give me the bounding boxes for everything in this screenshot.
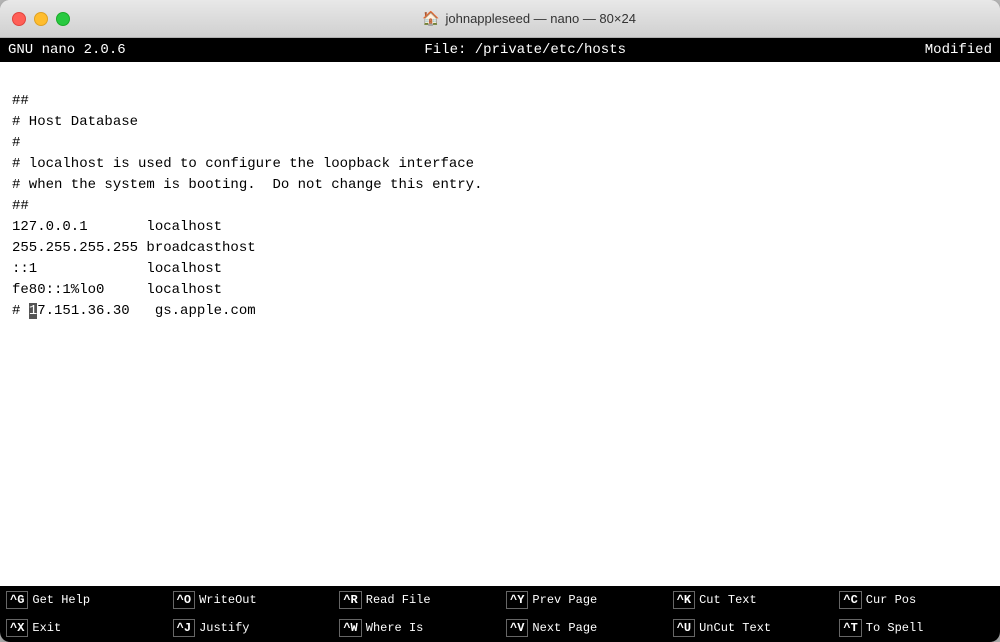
close-button[interactable] xyxy=(12,12,26,26)
key-where-is: ^W xyxy=(339,619,361,637)
label-read-file: Read File xyxy=(366,593,431,607)
key-uncut-text: ^U xyxy=(673,619,695,637)
key-justify: ^J xyxy=(173,619,195,637)
key-writeout: ^O xyxy=(173,591,195,609)
footer-item-uncut-text[interactable]: ^U UnCut Text xyxy=(667,617,834,639)
footer-item-read-file[interactable]: ^R Read File xyxy=(333,589,500,611)
footer-item-justify[interactable]: ^J Justify xyxy=(167,617,334,639)
cursor: 1 xyxy=(29,303,37,319)
key-read-file: ^R xyxy=(339,591,361,609)
title-text: johnappleseed — nano — 80×24 xyxy=(445,11,635,26)
nano-editor[interactable]: ## # Host Database # # localhost is used… xyxy=(0,62,1000,586)
footer-item-where-is[interactable]: ^W Where Is xyxy=(333,617,500,639)
home-icon: 🏠 xyxy=(422,10,439,27)
label-justify: Justify xyxy=(199,621,249,635)
key-prev-page: ^Y xyxy=(506,591,528,609)
editor-line-1: ## # Host Database # # localhost is used… xyxy=(12,93,482,319)
footer-item-cut-text[interactable]: ^K Cut Text xyxy=(667,589,834,611)
traffic-lights xyxy=(12,12,70,26)
key-next-page: ^V xyxy=(506,619,528,637)
label-where-is: Where Is xyxy=(366,621,424,635)
label-next-page: Next Page xyxy=(532,621,597,635)
footer-item-prev-page[interactable]: ^Y Prev Page xyxy=(500,589,667,611)
window-title: 🏠 johnappleseed — nano — 80×24 xyxy=(70,10,988,27)
footer-row-2: ^X Exit ^J Justify ^W Where Is ^V Next P… xyxy=(0,614,1000,642)
footer-item-exit[interactable]: ^X Exit xyxy=(0,617,167,639)
label-writeout: WriteOut xyxy=(199,593,257,607)
nano-file: File: /private/etc/hosts xyxy=(424,42,626,58)
footer-item-writeout[interactable]: ^O WriteOut xyxy=(167,589,334,611)
label-uncut-text: UnCut Text xyxy=(699,621,771,635)
label-cur-pos: Cur Pos xyxy=(866,593,916,607)
label-to-spell: To Spell xyxy=(866,621,924,635)
key-cut-text: ^K xyxy=(673,591,695,609)
label-prev-page: Prev Page xyxy=(532,593,597,607)
nano-status: Modified xyxy=(925,42,992,58)
minimize-button[interactable] xyxy=(34,12,48,26)
nano-content: GNU nano 2.0.6 File: /private/etc/hosts … xyxy=(0,38,1000,642)
key-cur-pos: ^C xyxy=(839,591,861,609)
nano-header: GNU nano 2.0.6 File: /private/etc/hosts … xyxy=(0,38,1000,62)
footer-item-to-spell[interactable]: ^T To Spell xyxy=(833,617,1000,639)
footer-item-cur-pos[interactable]: ^C Cur Pos xyxy=(833,589,1000,611)
nano-footer: ^G Get Help ^O WriteOut ^R Read File ^Y … xyxy=(0,586,1000,642)
label-cut-text: Cut Text xyxy=(699,593,757,607)
nano-version: GNU nano 2.0.6 xyxy=(8,42,126,58)
footer-item-next-page[interactable]: ^V Next Page xyxy=(500,617,667,639)
key-exit: ^X xyxy=(6,619,28,637)
terminal-window: 🏠 johnappleseed — nano — 80×24 GNU nano … xyxy=(0,0,1000,642)
key-get-help: ^G xyxy=(6,591,28,609)
label-get-help: Get Help xyxy=(32,593,90,607)
footer-row-1: ^G Get Help ^O WriteOut ^R Read File ^Y … xyxy=(0,586,1000,614)
maximize-button[interactable] xyxy=(56,12,70,26)
label-exit: Exit xyxy=(32,621,61,635)
titlebar: 🏠 johnappleseed — nano — 80×24 xyxy=(0,0,1000,38)
key-to-spell: ^T xyxy=(839,619,861,637)
footer-item-get-help[interactable]: ^G Get Help xyxy=(0,589,167,611)
